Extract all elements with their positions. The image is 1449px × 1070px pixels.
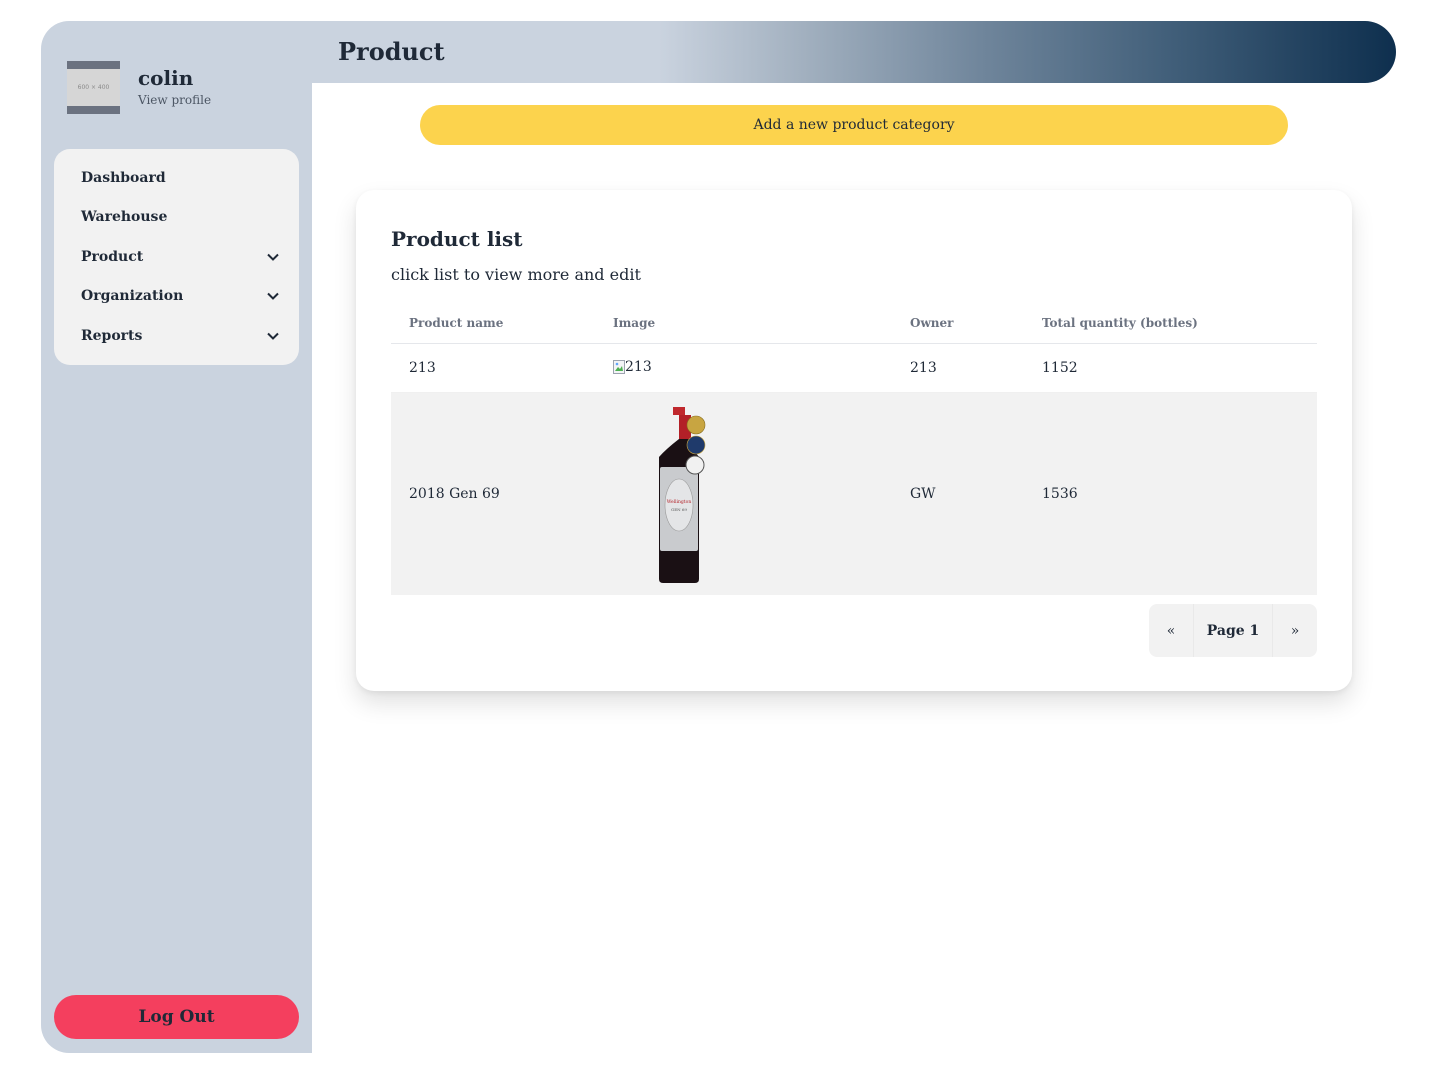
product-list-card: Product list click list to view more and… [356, 190, 1352, 691]
cell-owner: GW [910, 486, 936, 502]
chevron-down-icon[interactable] [266, 289, 280, 303]
broken-image-icon [613, 360, 625, 374]
sidebar-item-label: Organization [81, 288, 184, 304]
chevron-down-icon[interactable] [266, 250, 280, 264]
cell-quantity: 1152 [1042, 360, 1078, 376]
sidebar-item-label: Product [81, 249, 144, 265]
table-row[interactable]: 2018 Gen 69 Wellington GEN 69 GW 1536 [391, 393, 1317, 595]
cell-owner: 213 [910, 360, 937, 376]
svg-text:GEN 69: GEN 69 [671, 507, 687, 512]
add-product-category-button[interactable]: Add a new product category [420, 105, 1288, 145]
table-header: Product name Image Owner Total quantity … [391, 304, 1317, 344]
cell-product-name: 2018 Gen 69 [409, 486, 500, 502]
sidebar-item-dashboard[interactable]: Dashboard [81, 168, 280, 188]
column-header-owner: Owner [910, 316, 954, 330]
avatar-placeholder-text: 600 × 400 [77, 84, 110, 91]
column-header-quantity: Total quantity (bottles) [1042, 316, 1198, 330]
product-image-alt: 213 [625, 359, 652, 375]
username: colin [138, 66, 194, 90]
column-header-image: Image [613, 316, 656, 330]
pagination-prev-button[interactable]: « [1149, 604, 1193, 657]
view-profile-link[interactable]: View profile [138, 93, 211, 107]
pagination: « Page 1 » [1149, 604, 1317, 657]
profile-text: colin View profile [138, 65, 211, 107]
chevron-down-icon[interactable] [266, 329, 280, 343]
sidebar-item-label: Warehouse [81, 209, 168, 225]
sidebar-nav: Dashboard Warehouse Product Organization… [54, 149, 299, 365]
sidebar-item-reports[interactable]: Reports [81, 326, 280, 346]
page-title: Product [338, 37, 445, 66]
product-image: 213 [613, 359, 652, 375]
card-title: Product list [391, 227, 523, 251]
product-table: Product name Image Owner Total quantity … [391, 304, 1317, 595]
pagination-current-page[interactable]: Page 1 [1193, 604, 1273, 657]
wine-bottle-image: Wellington GEN 69 [659, 407, 706, 583]
sidebar-item-warehouse[interactable]: Warehouse [81, 207, 280, 227]
svg-text:Wellington: Wellington [667, 499, 692, 505]
sidebar-item-product[interactable]: Product [81, 247, 280, 267]
profile-block: 600 × 400 colin View profile [67, 61, 211, 114]
table-row[interactable]: 213 213 213 1152 [391, 344, 1317, 393]
logout-button[interactable]: Log Out [54, 995, 299, 1039]
card-subtitle: click list to view more and edit [391, 265, 641, 284]
sidebar-item-organization[interactable]: Organization [81, 286, 280, 306]
sidebar-item-label: Reports [81, 328, 143, 344]
cell-product-name: 213 [409, 360, 436, 376]
pagination-next-button[interactable]: » [1273, 604, 1317, 657]
sidebar-item-label: Dashboard [81, 170, 166, 186]
cell-quantity: 1536 [1042, 486, 1078, 502]
avatar[interactable]: 600 × 400 [67, 61, 120, 114]
page-header: Product [312, 21, 1396, 83]
sidebar: 600 × 400 colin View profile Dashboard W… [41, 21, 312, 1053]
column-header-product-name: Product name [409, 316, 504, 330]
